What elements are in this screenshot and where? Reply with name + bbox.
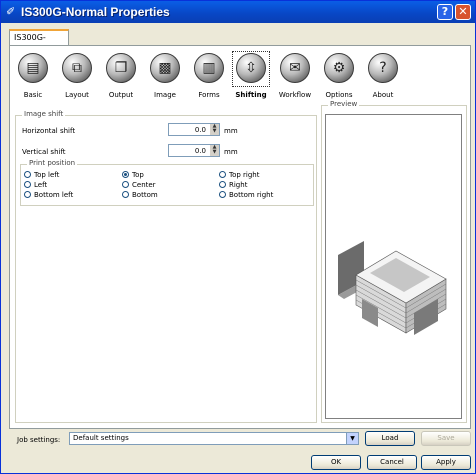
load-button[interactable]: Load [365,431,415,446]
vertical-unit: mm [224,148,238,156]
save-button[interactable]: Save [421,431,471,446]
radio-selected-dot [124,173,127,176]
chevron-down-icon[interactable]: ▼ [346,433,358,444]
properties-window: ✐ IS300G-Normal Properties ? ✕ IS300G-No… [0,0,476,474]
spin-arrows[interactable]: ▲ ▼ [210,124,219,135]
radio-label: Bottom left [34,191,74,199]
horizontal-unit: mm [224,127,238,135]
radio-circle[interactable] [122,181,129,188]
job-settings-label: Job settings: [17,436,61,444]
ok-button[interactable]: OK [311,455,361,470]
workflow-icon: ✉ [280,53,310,83]
radio-circle[interactable] [122,191,129,198]
radio-label: Top [132,171,144,179]
radio-label: Center [132,181,156,189]
radio-circle[interactable] [219,181,226,188]
toolbar-basic[interactable]: ▤ Basic [13,51,53,101]
toolbar-label: Basic [23,91,43,99]
toolbar-label: Forms [198,91,220,99]
horizontal-shift-field[interactable]: ▲▼ [168,123,220,136]
toolbar-label: Image [154,91,176,99]
image-shift-group: Image shift Horizontal shift ▲▼ mm Verti… [15,110,317,423]
toolbar-workflow[interactable]: ✉ Workflow [275,51,315,101]
help-button[interactable]: ? [437,4,453,20]
radio-label: Top right [229,171,260,179]
window-title: IS300G-Normal Properties [21,5,170,19]
toolbar-label: Workflow [278,91,312,99]
radio-circle[interactable] [24,171,31,178]
preview-pane [325,114,462,419]
preview-title: Preview [328,100,360,108]
radio-circle[interactable] [219,191,226,198]
toolbar-label: About [372,91,394,99]
options-icon: ⚙ [324,53,354,83]
vertical-shift-input[interactable] [169,145,209,156]
toolbar-about[interactable]: ? About [363,51,403,101]
toolbar-label: Output [108,91,134,99]
print-position-group: Print position Top left Top Top right Le… [20,159,314,206]
toolbar-image[interactable]: ▩ Image [145,51,185,101]
toolbar-forms[interactable]: ▥ Forms [189,51,229,101]
toolbar-options[interactable]: ⚙ Options [319,51,359,101]
radio-circle[interactable] [24,191,31,198]
toolbar-shifting[interactable]: ⇳ Shifting [231,51,271,101]
title-bar[interactable]: ✐ IS300G-Normal Properties ? ✕ [1,1,475,23]
category-toolbar: ▤ Basic ⧉ Layout ❐ Output ▩ Image ▥ Form… [13,51,413,101]
printer-icon: ✐ [6,5,16,18]
radio-label: Top left [34,171,60,179]
spin-arrows[interactable]: ▲ ▼ [210,145,219,156]
radio-circle[interactable] [24,181,31,188]
radio-circle[interactable] [219,171,226,178]
toolbar-layout[interactable]: ⧉ Layout [57,51,97,101]
radio-label: Bottom [132,191,158,199]
image-icon: ▩ [150,53,180,83]
job-settings-value: Default settings [73,434,129,442]
shifting-icon: ⇳ [236,53,266,83]
about-icon: ? [368,53,398,83]
vertical-shift-label: Vertical shift [22,148,66,156]
horizontal-shift-input[interactable] [169,124,209,135]
image-shift-title: Image shift [22,110,66,118]
close-button[interactable]: ✕ [455,4,471,20]
radio-label: Bottom right [229,191,274,199]
apply-button[interactable]: Apply [421,455,471,470]
cancel-button[interactable]: Cancel [367,455,417,470]
job-settings-dropdown[interactable]: Default settings ▼ [69,432,359,445]
document-icon: ▤ [18,53,48,83]
print-position-title: Print position [27,159,78,167]
spin-down-icon[interactable]: ▼ [210,150,219,155]
toolbar-output[interactable]: ❐ Output [101,51,141,101]
vertical-shift-field[interactable]: ▲▼ [168,144,220,157]
horizontal-shift-label: Horizontal shift [22,127,76,135]
tab-is300g-normal[interactable]: IS300G-Normal [9,29,69,56]
toolbar-label: Shifting [235,91,267,99]
paper-stack-illustration [338,241,447,335]
layout-icon: ⧉ [62,53,92,83]
toolbar-label: Layout [65,91,89,99]
radio-label: Left [34,181,48,189]
spin-down-icon[interactable]: ▼ [210,129,219,134]
toolbar-label: Options [325,91,353,99]
forms-icon: ▥ [194,53,224,83]
preview-group: Preview [321,100,467,423]
radio-label: Right [229,181,248,189]
output-icon: ❐ [106,53,136,83]
